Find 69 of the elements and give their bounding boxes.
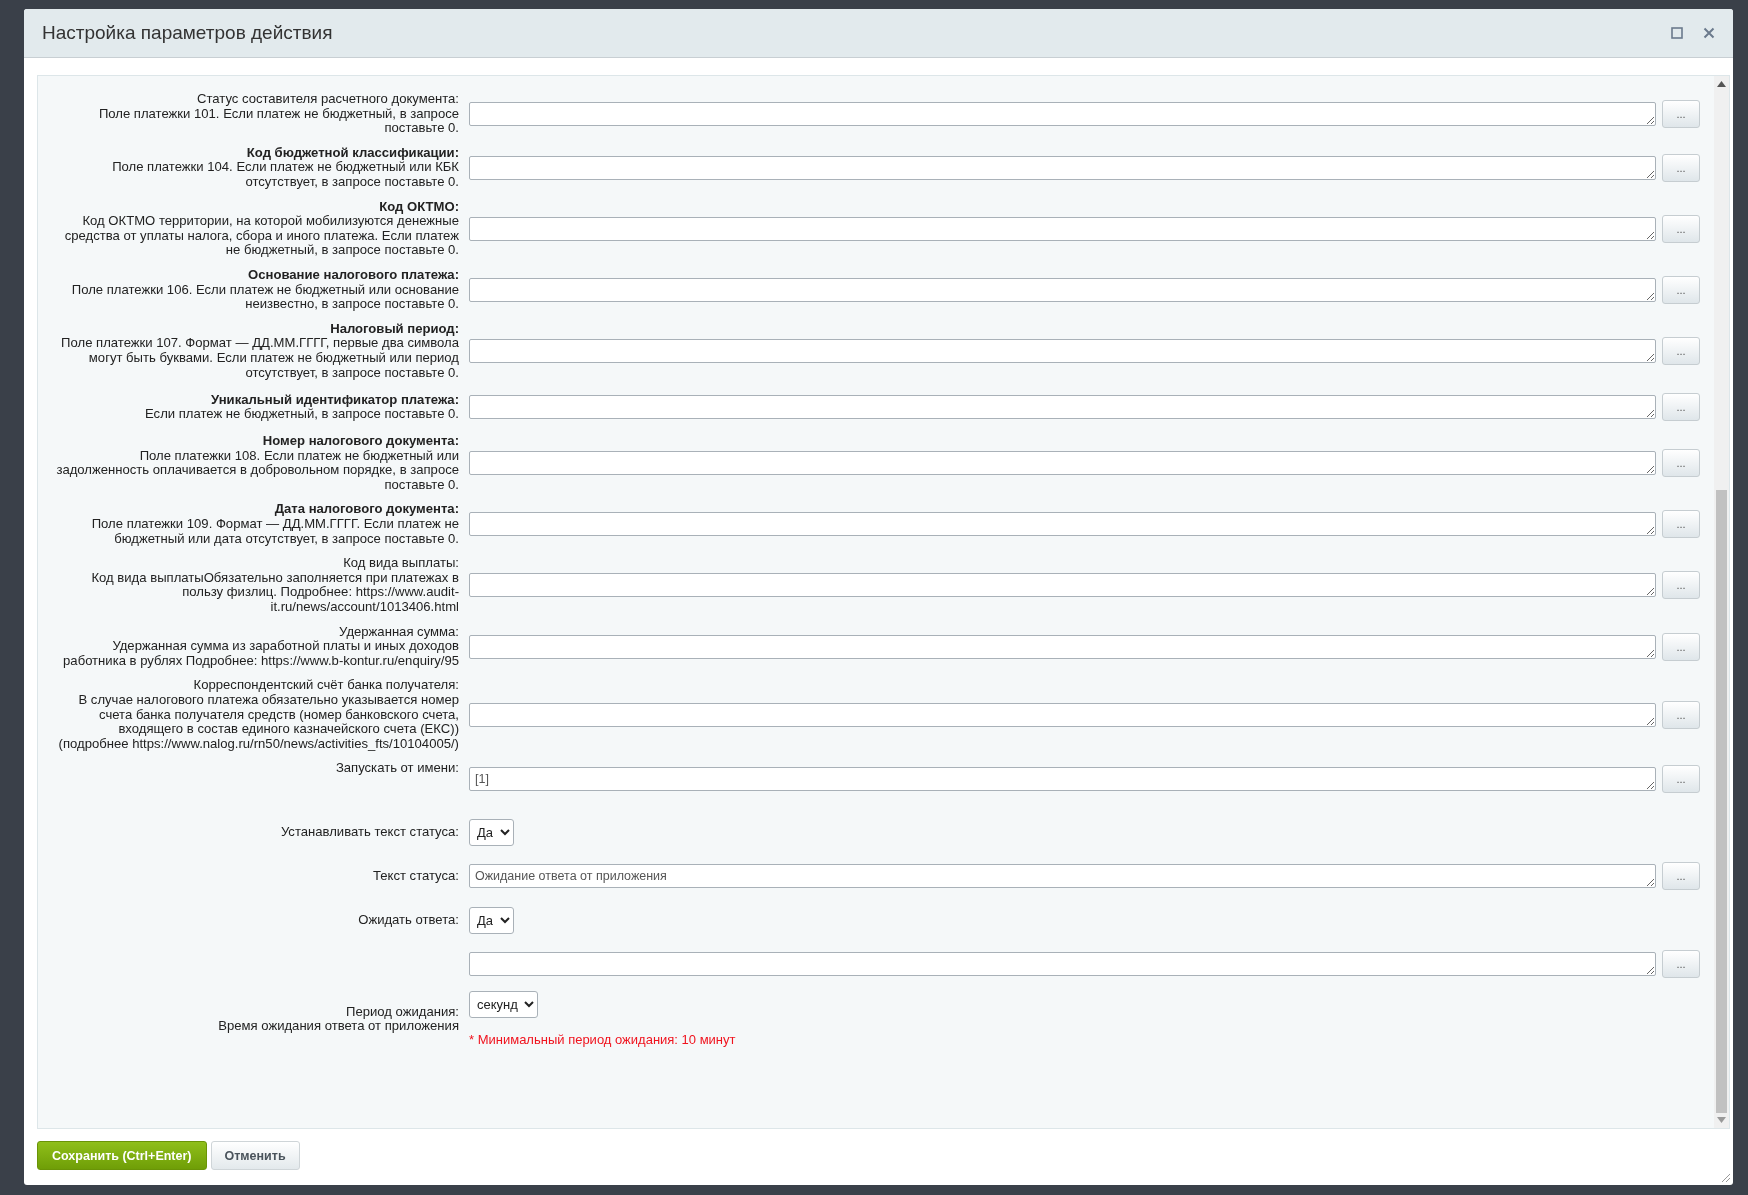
field-label: Запускать от имени: [335,761,459,776]
more-button[interactable]: ... [1662,700,1700,729]
field-label: Номер налогового документа: [262,434,459,449]
field-description: Если платеж не бюджетный, в запросе поставьте 0. [145,407,459,422]
more-button[interactable]: ... [1662,99,1700,128]
field-label: Устанавливать текст статуса: [280,825,459,840]
field-label: Корреспондентский счёт банка получателя: [193,678,459,693]
scroll-down-icon[interactable] [1717,1117,1726,1123]
text-field[interactable] [469,216,1656,241]
text-field[interactable] [469,338,1656,363]
field-description: Поле платежки 108. Если платеж не бюджетный или задолженность оплачивается в добровольном порядке, в запросе поставьте 0. [55,448,459,493]
text-field[interactable] [469,702,1656,727]
field-label: Код ОКТМО: [379,199,459,215]
field-description: Поле платежки 107. Формат — ДД.ММ.ГГГГ, первые два символа могут быть буквами. Если платеж не бюджетный или период отсутствует, в запросе поставьте 0. [60,336,459,381]
field-description: Поле платежки 101. Если платеж не бюджетный, в запросе поставьте 0. [97,106,459,136]
field-label: Налоговый период: [330,321,459,337]
field-label: Код бюджетной классификации: [246,145,459,161]
text-field[interactable] [469,573,1656,598]
field-label: Уникальный идентификатор платежа: [211,392,459,408]
text-field[interactable] [469,451,1656,476]
cancel-button[interactable]: Отменить [210,1141,300,1170]
more-button[interactable]: ... [1662,153,1700,182]
field-label: Основание налогового платежа: [248,267,459,283]
field-description: Поле платежки 104. Если платеж не бюджетный или КБК отсутствует, в запросе поставьте 0. [111,160,459,190]
more-button[interactable]: ... [1662,214,1700,243]
field-label: Период ожидания: [346,1004,459,1020]
field-description: Код ОКТМО территории, на которой мобилизуются денежные средства от уплаты налога, сбора и иного платежа. Если платеж не бюджетный, в запросе поставьте 0. [63,214,459,258]
field-label: Текст статуса: [373,869,459,884]
field-label: Код вида выплаты: [343,556,459,571]
close-icon[interactable] [1703,27,1715,39]
maximize-icon[interactable] [1671,27,1683,39]
text-field[interactable]: Ожидание ответа от приложения [469,864,1656,889]
text-field[interactable] [469,277,1656,302]
more-button[interactable]: ... [1662,275,1700,304]
scroll-thumb[interactable] [1716,489,1727,1113]
field-description: Код вида выплатыОбязательно заполняется при платежах в пользу физлиц. Подробнее: https://www.audit-it.ru/news/account/1013406.html [90,570,459,615]
field-description: Удержанная сумма из заработной платы и иных доходов работника в рублях Подробнее: https://www.b-kontur.ru/enquiry/95 [62,639,459,669]
text-field[interactable] [469,634,1656,659]
field-label: Дата налогового документа: [274,502,459,518]
more-button[interactable]: ... [1662,632,1700,661]
text-field[interactable] [469,395,1656,420]
hint-text: * Минимальный период ожидания: 10 минут [469,1032,736,1048]
text-field[interactable] [469,155,1656,180]
more-button[interactable]: ... [1662,510,1700,539]
more-button[interactable]: ... [1662,765,1700,794]
more-button[interactable]: ... [1662,393,1700,422]
more-button[interactable]: ... [1662,950,1700,979]
text-field[interactable] [469,952,1656,977]
more-button[interactable]: ... [1662,571,1700,600]
field-description: Поле платежки 106. Если платеж не бюджетный или основание неизвестно, в запросе поставьте 0. [70,282,459,312]
dropdown[interactable]: Да [469,818,514,846]
dropdown[interactable]: секунд [469,991,538,1019]
more-button[interactable]: ... [1662,449,1700,478]
field-label: Статус составителя расчетного документа: [196,92,459,107]
field-label: Ожидать ответа: [358,913,459,928]
field-description: В случае налогового платежа обязательно указывается номер счета банка получателя средств (номер банковского счета, входящего в состав единого казначейского счета (ЕКС)) (подробнее https://www.nalog.ru/rn50/news/activities_fts/10104005/) [57,693,459,752]
more-button[interactable]: ... [1662,862,1700,891]
dropdown[interactable]: Да [469,906,514,934]
dialog-title: Настройка параметров действия [42,22,334,44]
text-field[interactable] [469,512,1656,537]
scroll-up-icon[interactable] [1717,81,1726,87]
resize-grip-icon[interactable] [1719,1171,1731,1183]
field-description: Поле платежки 109. Формат — ДД.ММ.ГГГГ. Если платеж не бюджетный или дата отсутствует, в запросе поставьте 0. [90,517,459,547]
text-field[interactable]: [1] [469,767,1656,792]
field-description: Время ожидания ответа от приложения [218,1019,459,1034]
field-label: Удержанная сумма: [339,624,459,640]
text-field[interactable] [469,101,1656,126]
scrollbar[interactable] [1714,76,1729,1128]
more-button[interactable]: ... [1662,336,1700,365]
